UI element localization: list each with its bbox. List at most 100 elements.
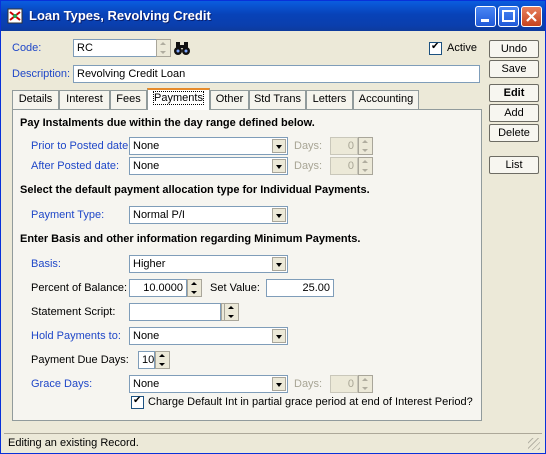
- after-days-spinner[interactable]: [358, 157, 373, 175]
- section-day-range-heading: Pay Instalments due within the day range…: [20, 117, 315, 129]
- percent-balance-input[interactable]: 10.0000: [129, 279, 187, 297]
- after-posted-select[interactable]: None: [129, 157, 288, 175]
- payment-type-label: Payment Type:: [31, 209, 105, 221]
- chevron-down-icon[interactable]: [272, 257, 286, 271]
- percent-balance-value: 10.0000: [143, 282, 183, 294]
- description-label: Description:: [12, 68, 71, 80]
- list-button[interactable]: List: [489, 156, 539, 174]
- after-days-input[interactable]: 0: [330, 157, 358, 175]
- code-spinner[interactable]: [156, 39, 171, 57]
- code-input[interactable]: RC: [73, 39, 157, 57]
- after-posted-value: None: [133, 160, 160, 172]
- undo-button[interactable]: Undo: [489, 40, 539, 58]
- delete-button[interactable]: Delete: [489, 124, 539, 142]
- grace-sub-days-input[interactable]: 0: [330, 375, 358, 393]
- chevron-down-icon[interactable]: [272, 377, 286, 391]
- tab-label: Interest: [66, 93, 103, 105]
- prior-posted-select[interactable]: None: [129, 137, 288, 155]
- charge-default-checkbox[interactable]: [131, 395, 144, 409]
- loan-types-window: Loan Types, Revolving Credit Code: RC Ac…: [0, 0, 546, 454]
- chevron-down-icon[interactable]: [272, 139, 286, 153]
- chevron-down-icon[interactable]: [272, 159, 286, 173]
- grace-sub-days-value: 0: [347, 378, 354, 390]
- tab-label: Accounting: [358, 93, 414, 105]
- percent-balance-spinner[interactable]: [187, 279, 202, 297]
- add-button[interactable]: Add: [489, 104, 539, 122]
- tab-label: Fees: [116, 93, 141, 105]
- tab-label: Std Trans: [253, 93, 302, 105]
- after-days-value: 0: [347, 160, 354, 172]
- active-label: Active: [447, 42, 477, 54]
- status-bar: Editing an existing Record.: [4, 433, 542, 452]
- set-value-label: Set Value:: [210, 282, 260, 294]
- statement-script-spinner[interactable]: [224, 303, 239, 321]
- grace-sub-days-spinner[interactable]: [358, 375, 373, 393]
- hold-payments-value: None: [133, 330, 160, 342]
- due-days-value: 10: [142, 354, 155, 366]
- edit-button[interactable]: Edit: [489, 84, 539, 102]
- save-button[interactable]: Save: [489, 60, 539, 78]
- grace-days-label: Grace Days:: [31, 378, 93, 390]
- tab-std-trans[interactable]: Std Trans: [249, 90, 306, 109]
- basis-value: Higher: [133, 258, 166, 270]
- title-bar[interactable]: Loan Types, Revolving Credit: [1, 1, 545, 31]
- prior-days-spinner[interactable]: [358, 137, 373, 155]
- description-input[interactable]: Revolving Credit Loan: [73, 65, 480, 83]
- code-label: Code:: [12, 42, 42, 54]
- app-icon: [7, 8, 23, 24]
- basis-label: Basis:: [31, 258, 61, 270]
- tab-label: Other: [215, 93, 244, 105]
- active-checkbox[interactable]: [429, 41, 442, 55]
- basis-select[interactable]: Higher: [129, 255, 288, 273]
- section-allocation-heading: Select the default payment allocation ty…: [20, 184, 370, 196]
- maximize-icon: [502, 10, 515, 22]
- resize-grip-icon[interactable]: [528, 438, 540, 450]
- due-days-spinner[interactable]: [155, 351, 170, 369]
- grace-sub-days-label: Days:: [294, 378, 323, 390]
- due-days-label: Payment Due Days:: [31, 354, 129, 366]
- set-value-input[interactable]: 25.00: [266, 279, 334, 297]
- payment-type-value: Normal P/I: [133, 209, 185, 221]
- chevron-down-icon[interactable]: [272, 329, 286, 343]
- prior-posted-label: Prior to Posted date:: [31, 140, 132, 152]
- tab-accounting[interactable]: Accounting: [353, 90, 419, 109]
- tab-fees[interactable]: Fees: [110, 90, 147, 109]
- hold-payments-label: Hold Payments to:: [31, 330, 121, 342]
- minimize-icon: [481, 19, 489, 22]
- statement-script-input[interactable]: [129, 303, 221, 321]
- grace-days-value: None: [133, 378, 160, 390]
- tab-payments[interactable]: Payments: [147, 88, 210, 110]
- prior-days-value: 0: [347, 140, 354, 152]
- tab-letters[interactable]: Letters: [306, 90, 353, 109]
- window-title: Loan Types, Revolving Credit: [29, 8, 211, 23]
- binoculars-icon[interactable]: [173, 40, 191, 56]
- close-button[interactable]: [521, 6, 542, 27]
- section-minimum-heading: Enter Basis and other information regard…: [20, 233, 361, 245]
- prior-posted-value: None: [133, 140, 160, 152]
- prior-days-label: Days:: [294, 140, 323, 152]
- tab-details[interactable]: Details: [12, 90, 59, 109]
- grace-days-select[interactable]: None: [129, 375, 288, 393]
- tab-label: Details: [18, 93, 53, 105]
- percent-balance-label: Percent of Balance:: [31, 282, 128, 294]
- due-days-input[interactable]: 10: [138, 351, 155, 369]
- statement-script-label: Statement Script:: [31, 306, 116, 318]
- payments-panel: Pay Instalments due within the day range…: [12, 109, 482, 421]
- chevron-down-icon[interactable]: [272, 208, 286, 222]
- code-value: RC: [77, 42, 93, 54]
- charge-default-label: Charge Default Int in partial grace peri…: [148, 396, 473, 408]
- status-text: Editing an existing Record.: [8, 437, 139, 449]
- minimize-button[interactable]: [475, 6, 496, 27]
- tab-label: Letters: [312, 93, 347, 105]
- tab-label: Payments: [153, 91, 204, 105]
- prior-days-input[interactable]: 0: [330, 137, 358, 155]
- hold-payments-select[interactable]: None: [129, 327, 288, 345]
- tab-interest[interactable]: Interest: [59, 90, 110, 109]
- after-days-label: Days:: [294, 160, 323, 172]
- close-icon: [526, 11, 537, 22]
- after-posted-label: After Posted date:: [31, 160, 120, 172]
- payment-type-select[interactable]: Normal P/I: [129, 206, 288, 224]
- set-value-value: 25.00: [302, 282, 330, 294]
- maximize-button[interactable]: [498, 6, 519, 27]
- tab-other[interactable]: Other: [210, 90, 249, 109]
